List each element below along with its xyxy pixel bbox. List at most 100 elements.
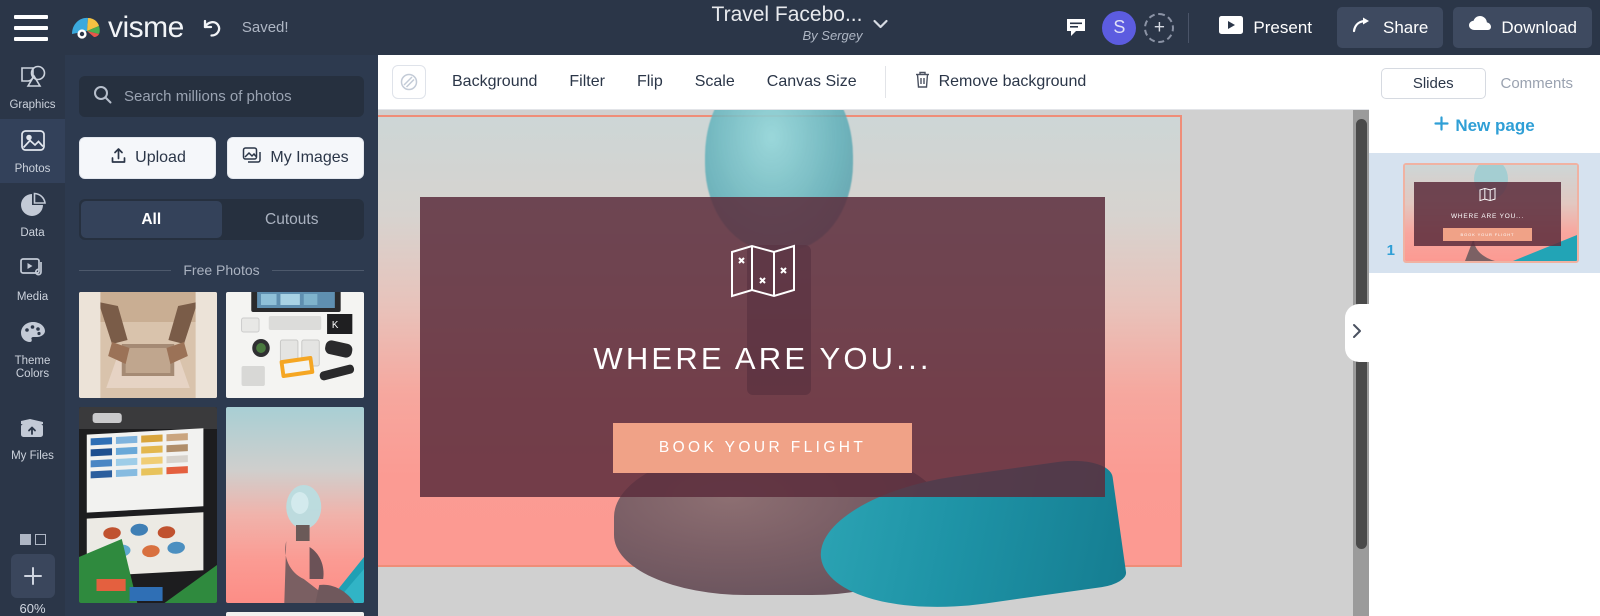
saved-status: Saved! [241,19,289,36]
tool-canvas-size[interactable]: Canvas Size [751,64,873,100]
cloud-download-icon [1468,15,1492,40]
sidebar-item-label: My Files [11,450,54,462]
sidebar-item-label: Photos [14,163,51,175]
panel-action-buttons: Upload My Images [79,137,364,179]
tool-scale[interactable]: Scale [679,64,751,100]
toolbar-separator [884,66,886,98]
tool-background[interactable]: Background [436,64,553,100]
slide-canvas[interactable]: WHERE ARE YOU... BOOK YOUR FLIGHT [378,110,1182,616]
visme-logo-icon [70,14,104,42]
avatar[interactable]: S [1102,10,1137,45]
canvas-scrollbar[interactable] [1353,110,1369,616]
my-images-label: My Images [270,149,349,166]
tab-all[interactable]: All [81,201,222,238]
right-panel-tabs: Slides Comments [1369,55,1600,99]
photo-grid-column-left [79,292,217,616]
chevron-down-icon[interactable] [872,16,888,34]
slide-thumbnail-overlay: WHERE ARE YOU... BOOK YOUR FLIGHT [1413,182,1561,247]
zoom-level: 60% [19,601,46,616]
photo-thumb-hand-holding-lightbulb-pink-sky[interactable] [226,407,364,603]
two-squares-icon[interactable] [19,534,46,545]
document-author: By Sergey [802,28,863,43]
photo-thumb-color-swatch-samples[interactable] [79,407,217,603]
slide-number: 1 [1386,242,1395,259]
sidebar-item-theme-colors[interactable]: Theme Colors [0,311,65,388]
tab-cutouts[interactable]: Cutouts [222,201,363,238]
top-bar: visme Saved! Travel Facebo... By Sergey [0,0,1600,55]
canvas-heading: WHERE ARE YOU... [593,340,932,376]
search-input[interactable] [124,88,350,105]
remove-background-button[interactable]: Remove background [898,64,1103,100]
undo-icon[interactable] [198,16,224,40]
rail-bottom-controls: 60% [0,534,65,616]
sidebar-item-graphics[interactable]: Graphics [0,55,65,119]
new-page-button[interactable]: New page [1369,99,1600,153]
content-overlay[interactable]: WHERE ARE YOU... BOOK YOUR FLIGHT [419,196,1106,497]
brand-logo[interactable]: visme [70,11,184,45]
canvas-viewport: WHERE ARE YOU... BOOK YOUR FLIGHT [378,110,1369,616]
tab-slides[interactable]: Slides [1381,68,1486,99]
comment-icon[interactable] [1056,8,1096,48]
canvas-cta-button[interactable]: BOOK YOUR FLIGHT [612,422,913,473]
sidebar-item-photos[interactable]: Photos [0,119,65,183]
photo-grid-column-right: K [226,292,364,616]
top-bar-actions: S + Present Share Download [1056,7,1600,48]
remove-background-label: Remove background [938,73,1087,90]
hamburger-menu-icon[interactable] [14,14,48,41]
graphics-shapes-icon [18,64,48,95]
new-page-label: New page [1455,116,1535,135]
zoom-in-button[interactable] [10,554,55,598]
share-label: Share [1383,17,1429,37]
share-arrow-icon [1352,15,1374,40]
free-photos-divider: Free Photos [79,262,364,278]
photo-grid: K [79,292,364,616]
editor-area: Background Filter Flip Scale Canvas Size… [378,55,1369,616]
right-panel: Slides Comments New page 1 WHERE ARE YOU… [1369,55,1600,616]
visme-editor-app: visme Saved! Travel Facebo... By Sergey [0,0,1600,616]
download-label: Download [1501,17,1577,37]
photo-thumb-hands-typing-on-laptop[interactable] [79,292,217,398]
sidebar-item-media[interactable]: Media [0,247,65,311]
search-icon [93,85,112,109]
pie-chart-icon [18,192,48,223]
my-images-button[interactable]: My Images [227,137,364,179]
opacity-icon[interactable] [392,65,426,99]
play-icon [1218,14,1244,41]
photo-filter-tabs: All Cutouts [79,199,364,240]
photo-image-icon [18,128,48,159]
trash-icon [914,70,931,94]
folded-map-icon [728,240,798,307]
sidebar-item-label: Data [20,227,45,239]
slide-thumbnail[interactable]: WHERE ARE YOU... BOOK YOUR FLIGHT [1403,163,1579,263]
sidebar-item-my-files[interactable]: My Files [0,406,65,470]
folded-map-icon [1479,187,1496,207]
present-label: Present [1253,17,1313,37]
photo-thumb-desk-flatlay-partial[interactable] [226,612,364,616]
sidebar-item-label: Theme Colors [14,355,51,380]
sidebar-item-label: Media [16,291,49,303]
upload-label: Upload [135,149,186,166]
document-title-block[interactable]: Travel Facebo... By Sergey [712,2,889,43]
search-bar[interactable] [79,76,364,117]
slide-list-item[interactable]: 1 WHERE ARE YOU... BOOK YOUR FLIGHT [1369,153,1600,273]
download-button[interactable]: Download [1453,7,1592,48]
upload-button[interactable]: Upload [79,137,216,179]
upload-arrow-icon [109,146,128,170]
tool-flip[interactable]: Flip [621,64,679,100]
brand-name: visme [108,10,184,44]
panel-collapse-button[interactable] [1345,304,1369,362]
tab-comments[interactable]: Comments [1486,68,1589,99]
add-person-icon[interactable]: + [1144,12,1175,43]
tool-filter[interactable]: Filter [553,64,621,100]
photo-thumb-desk-flatlay-with-monitor[interactable]: K [226,292,364,398]
share-button[interactable]: Share [1337,7,1444,48]
photos-panel: Upload My Images All Cutouts [65,55,378,616]
toolbar-divider [1188,12,1190,43]
folder-upload-icon [17,415,49,446]
images-stack-icon [242,146,263,170]
palette-icon [18,320,48,351]
sidebar-item-data[interactable]: Data [0,183,65,247]
editor-toolbar: Background Filter Flip Scale Canvas Size… [378,55,1369,110]
present-button[interactable]: Present [1203,7,1327,48]
slide-thumbnail-cta: BOOK YOUR FLIGHT [1442,228,1533,242]
